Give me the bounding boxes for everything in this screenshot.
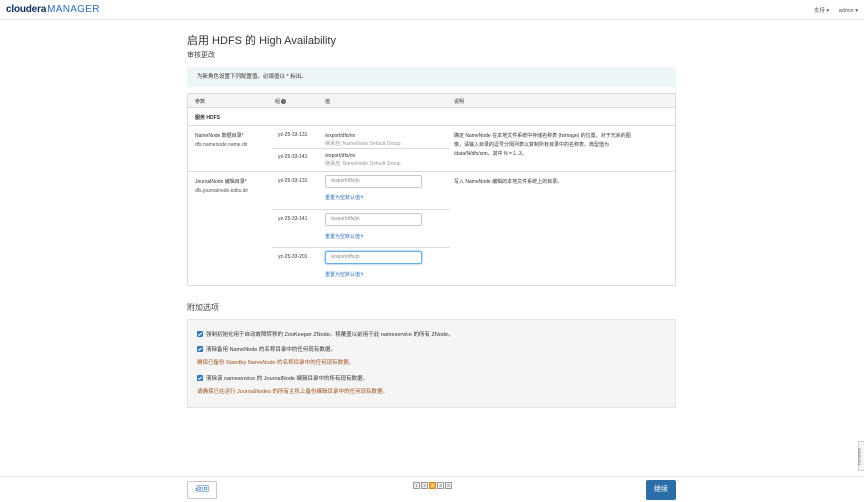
page-title: 启用 HDFS 的 High Availability — [187, 35, 336, 47]
back-button[interactable]: 返回 — [187, 481, 217, 499]
param-row-journalnode-dir: JournalNode 编辑目录* dfs.journalnode.edits.… — [188, 172, 675, 285]
top-nav-menu: 支持 ▾ admin ▾ — [806, 6, 858, 14]
step-3-current: 3 — [429, 482, 436, 489]
option-force-init-znode[interactable]: 强制初始化用于自动故障转移的 ZooKeeper ZNode。将覆盖以前用于此 … — [197, 330, 454, 338]
section-title: 审核更改 — [187, 52, 215, 59]
group-name: yz-25-33-201 — [278, 254, 308, 260]
group-name: yz-25-33-131 — [278, 132, 308, 138]
param-name: JournalNode 编辑目录* dfs.journalnode.edits.… — [195, 179, 249, 194]
param-name: NameNode 数据目录* dfs.namenode.name.dir — [195, 133, 248, 148]
group-name: yz-25-33-131 — [278, 178, 308, 184]
option-clear-journalnode-edits[interactable]: 清除该 nameservice 的 JournalNode 编辑目录中的所有现有… — [197, 374, 368, 382]
option-label: 清除该 nameservice 的 JournalNode 编辑目录中的所有现有… — [206, 376, 368, 382]
journalnode-dir-input[interactable]: /export/dfs/jn — [325, 251, 422, 264]
top-navbar: clouderaMANAGER 支持 ▾ admin ▾ — [0, 0, 864, 20]
help-icon[interactable]: ? — [281, 99, 287, 104]
header-group: 组 ? — [275, 99, 287, 105]
reset-default-link[interactable]: 重置为空默认值↰ — [325, 271, 364, 278]
option-label: 清除备用 NameNode 的名称目录中的任何现有数据。 — [206, 347, 336, 353]
reset-default-link[interactable]: 重置为空默认值↰ — [325, 233, 364, 240]
group-value-row: yz-25-33-131 /export/dfs/nn 继承自: NameNod… — [272, 132, 450, 149]
group-input-row: yz-25-33-201 /export/dfs/jn 重置为空默认值↰ — [272, 247, 450, 285]
checkbox-checked-icon[interactable] — [197, 346, 203, 352]
service-row: 服务 HDFS — [188, 108, 675, 126]
feedback-label: Feedback — [856, 447, 862, 466]
step-2: 2 — [421, 482, 428, 489]
header-desc: 说明 — [454, 99, 465, 105]
param-row-namenode-dir: NameNode 数据目录* dfs.namenode.name.dir yz-… — [188, 126, 675, 172]
param-description: 确定 NameNode 在本地文件系统中存储名称表 (fsimage) 的位置。… — [454, 133, 631, 157]
param-description: 写入 NameNode 编辑的本地文件系统上的目录。 — [454, 179, 563, 185]
continue-button[interactable]: 继续 — [646, 480, 676, 500]
additional-options-panel: 强制初始化用于自动故障转移的 ZooKeeper ZNode。将覆盖以前用于此 … — [187, 319, 676, 408]
step-4: 4 — [437, 482, 444, 489]
journalnode-dir-input[interactable]: /export/dfs/jn — [325, 213, 422, 226]
logo-brand: cloudera — [6, 4, 47, 15]
option-clear-standby-namenode[interactable]: 清除备用 NameNode 的名称目录中的任何现有数据。 — [197, 345, 336, 353]
step-1: 1 — [413, 482, 420, 489]
group-name: yz-25-33-141 — [278, 154, 308, 160]
logo-product: MANAGER — [47, 4, 100, 15]
service-label: 服务 HDFS — [195, 115, 221, 121]
group-input-row: yz-25-33-141 /export/dfs/jn 重置为空默认值↰ — [272, 209, 450, 247]
option-label: 强制初始化用于自动故障转移的 ZooKeeper ZNode。将覆盖以前用于此 … — [206, 332, 454, 338]
table-header: 参数 组 ? 值 说明 — [188, 94, 675, 108]
wizard-main: 启用 HDFS 的 High Availability 审核更改 为新角色设置下… — [187, 34, 676, 286]
group-input-row: yz-25-33-131 /export/dfs/jn 重置为空默认值↰ — [272, 172, 450, 209]
header-value: 值 — [325, 99, 331, 105]
group-name: yz-25-33-141 — [278, 216, 308, 222]
config-value: /export/dfs/nn 继承自: NameNode Default Gro… — [325, 133, 401, 147]
checkbox-checked-icon[interactable] — [197, 331, 203, 337]
user-menu[interactable]: admin ▾ — [839, 8, 858, 14]
group-value-row: yz-25-33-141 /export/dfs/nn 继承自: NameNod… — [272, 148, 450, 170]
feedback-tab[interactable]: Feedback — [856, 441, 864, 471]
cloudera-manager-logo[interactable]: clouderaMANAGER — [6, 4, 100, 16]
wizard-footer: 返回 1 2 3 4 5 继续 — [0, 476, 864, 502]
reset-default-link[interactable]: 重置为空默认值↰ — [325, 194, 364, 201]
support-menu[interactable]: 支持 ▾ — [814, 8, 829, 14]
step-5: 5 — [445, 482, 452, 489]
info-notice: 为新角色设置下列配置值。必填值以 * 标出。 — [187, 67, 676, 87]
review-changes-table: 参数 组 ? 值 说明 服务 HDFS NameNode 数据目录* dfs.n… — [187, 93, 676, 286]
checkbox-checked-icon[interactable] — [197, 375, 203, 381]
additional-options-title: 附加选项 — [187, 303, 219, 312]
warning-text: 请确保已在运行 JournalNodes 的所有主机上备份编辑目录中的任何现有数… — [197, 389, 388, 395]
header-param: 参数 — [195, 99, 206, 105]
config-value: /export/dfs/nn 继承自: NameNode Default Gro… — [325, 153, 401, 167]
warning-text: 确保已备份 Standby NameNode 的名称目录中的任何现有数据。 — [197, 360, 355, 366]
journalnode-dir-input[interactable]: /export/dfs/jn — [325, 175, 422, 188]
